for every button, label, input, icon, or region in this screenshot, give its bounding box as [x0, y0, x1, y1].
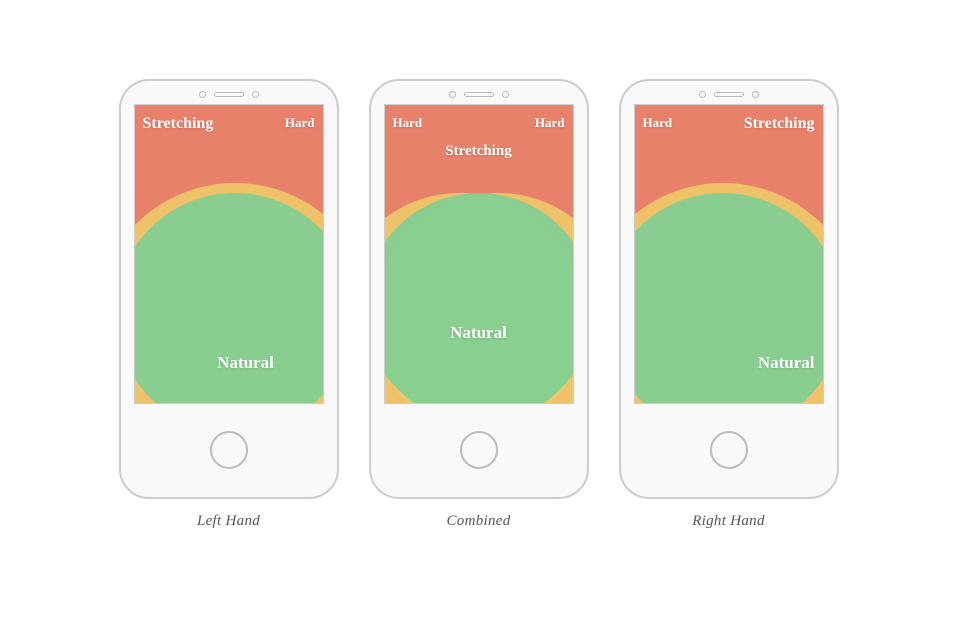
left-hand-screen: Stretching Hard Natural	[134, 104, 324, 404]
home-button-left	[210, 431, 248, 469]
phones-container: Stretching Hard Natural Left Hand	[119, 79, 839, 540]
phone-bottom-left	[210, 404, 248, 497]
combined-phone: Hard Hard Stretching Natural	[369, 79, 589, 499]
phone-top-right	[621, 81, 837, 98]
right-stretching-label: Stretching	[744, 115, 815, 133]
camera-icon-combined-2	[502, 91, 509, 98]
phone-bottom-right	[710, 404, 748, 497]
combined-phone-wrapper: Hard Hard Stretching Natural Combined	[369, 79, 589, 530]
combined-screen: Hard Hard Stretching Natural	[384, 104, 574, 404]
right-hard-label: Hard	[643, 115, 673, 131]
left-hand-phone: Stretching Hard Natural	[119, 79, 339, 499]
right-natural-zone	[634, 193, 824, 404]
left-hand-phone-wrapper: Stretching Hard Natural Left Hand	[119, 79, 339, 530]
home-button-right	[710, 431, 748, 469]
camera-icon-combined	[449, 91, 456, 98]
right-hand-phone-wrapper: Hard Stretching Natural Right Hand	[619, 79, 839, 530]
combined-natural-zone	[384, 193, 574, 404]
speaker-left	[214, 92, 244, 97]
right-hand-phone: Hard Stretching Natural	[619, 79, 839, 499]
left-hand-label: Left Hand	[197, 513, 260, 530]
phone-top-combined	[371, 81, 587, 98]
camera-icon-right	[699, 91, 706, 98]
home-button-combined	[460, 431, 498, 469]
right-hand-screen: Hard Stretching Natural	[634, 104, 824, 404]
camera-icon-right-2	[752, 91, 759, 98]
camera-icon-left-2	[252, 91, 259, 98]
combined-hard-left-label: Hard	[393, 115, 423, 131]
speaker-combined	[464, 92, 494, 97]
left-stretching-label: Stretching	[143, 115, 214, 133]
right-hand-label: Right Hand	[692, 513, 765, 530]
combined-stretching-label: Stretching	[445, 143, 511, 160]
phone-top-left	[121, 81, 337, 98]
left-hard-label: Hard	[285, 115, 315, 131]
left-natural-zone	[134, 193, 324, 404]
combined-label: Combined	[446, 513, 510, 530]
combined-hard-right-label: Hard	[535, 115, 565, 131]
camera-icon-left	[199, 91, 206, 98]
phone-bottom-combined	[460, 404, 498, 497]
speaker-right	[714, 92, 744, 97]
